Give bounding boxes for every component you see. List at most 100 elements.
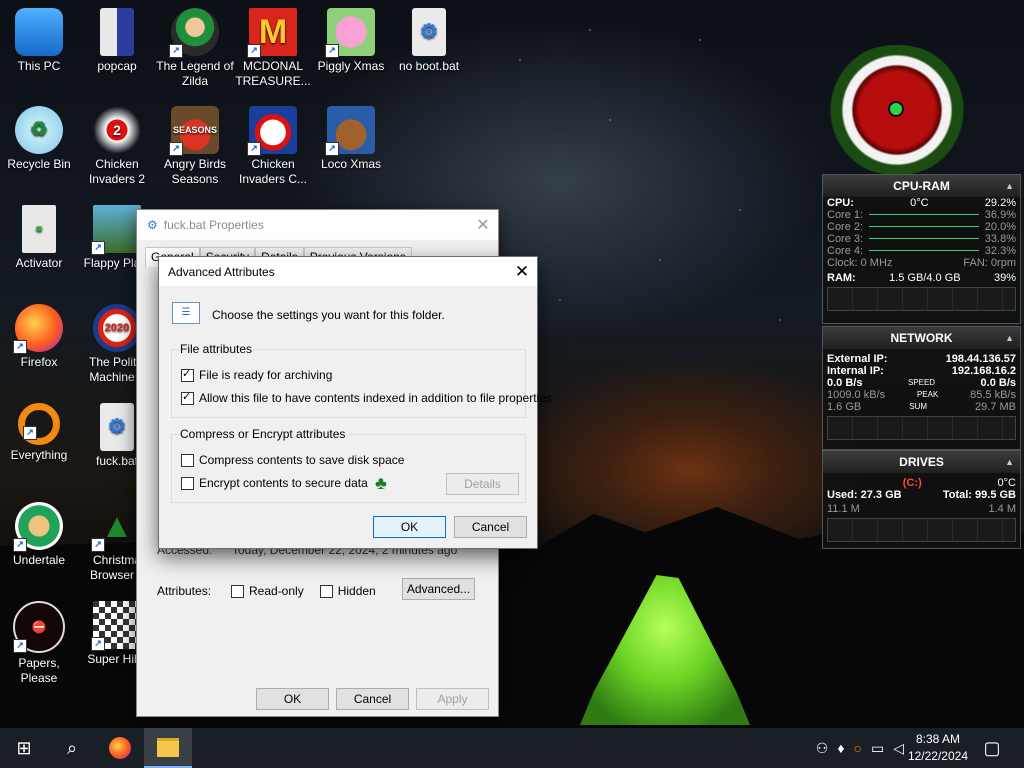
file-icon: ▪ (22, 205, 56, 253)
taskbar-file-explorer[interactable] (144, 728, 192, 768)
hidden-checkbox[interactable]: Hidden (319, 584, 376, 599)
details-button[interactable]: Details (446, 473, 519, 495)
close-icon[interactable]: ✕ (468, 215, 498, 235)
speed-row: 0.0 B/s SPEED 0.0 B/s (823, 377, 1020, 389)
ram-label: RAM: (827, 272, 856, 284)
readonly-checkbox[interactable]: Read-only (231, 584, 304, 599)
desktop-icon-chicken-invaders-2[interactable]: 2 Chicken Invaders 2 (78, 106, 156, 187)
archive-checkbox-row[interactable]: File is ready for archiving (181, 367, 333, 383)
checkbox-box[interactable] (319, 585, 333, 599)
close-icon[interactable]: ✕ (507, 262, 537, 282)
encrypt-checkbox-row[interactable]: Encrypt contents to secure data (181, 476, 368, 491)
shortcut-arrow-icon: ↗ (169, 142, 183, 156)
everything-tray-icon[interactable]: ○ (854, 740, 862, 756)
ok-button[interactable]: OK (373, 516, 446, 538)
cpu-value: 29.2% (984, 197, 1016, 209)
search-icon: ⌕ (66, 737, 78, 758)
desktop-icon-loco-xmas[interactable]: ↗ Loco Xmas (312, 106, 390, 172)
internal-ip-value: 192.168.16.2 (951, 365, 1016, 377)
start-button[interactable]: ⊞ (0, 728, 48, 768)
notification-icon: ▢ (983, 737, 1001, 758)
people-icon[interactable]: ⚇ (816, 740, 829, 757)
search-ring-icon: ↗ (18, 403, 60, 445)
collapse-icon[interactable]: ▲ (1005, 451, 1014, 473)
clock[interactable]: 8:38 AM 12/22/2024 (908, 731, 968, 765)
desktop-icon-activator[interactable]: ▪ Activator (0, 205, 78, 271)
drive-usage-row: Used: 27.3 GB Total: 99.5 GB (823, 489, 1020, 501)
properties-titlebar[interactable]: ⚙ fuck.bat Properties ✕ (137, 210, 498, 240)
collapse-icon[interactable]: ▲ (1005, 327, 1014, 349)
ram-row: RAM: 1.5 GB/4.0 GB 39% (823, 272, 1020, 284)
speed-label: SPEED (907, 378, 936, 387)
advanced-titlebar[interactable]: Advanced Attributes ✕ (159, 257, 537, 286)
desktop-icon-mcdonalds[interactable]: M ↗ MCDONAL TREASURE... (234, 8, 312, 89)
advanced-button[interactable]: Advanced... (402, 578, 475, 600)
computer-icon (15, 8, 63, 56)
compress-checkbox[interactable] (181, 454, 194, 468)
desktop-icon-angry-birds[interactable]: SEASONS ↗ Angry Birds Seasons (156, 106, 234, 187)
core-bar (869, 250, 979, 251)
shortcut-arrow-icon: ↗ (91, 538, 105, 552)
sum-row: 1.6 GB SUM 29.7 MB (823, 401, 1020, 413)
archive-checkbox[interactable] (181, 367, 194, 383)
apply-button[interactable]: Apply (416, 688, 489, 710)
drop-icon[interactable]: ♦ (837, 740, 844, 756)
desktop-icon-chicken-invaders-c[interactable]: ↗ Chicken Invaders C... (234, 106, 312, 187)
shortcut-arrow-icon: ↗ (91, 241, 105, 255)
compress-encrypt-heading: Compress or Encrypt attributes (179, 427, 347, 441)
cpu-ram-header: CPU-RAM ▲ (823, 175, 1020, 197)
bear-icon: ↗ (325, 106, 375, 156)
network-icon[interactable]: ▭ (871, 740, 884, 757)
notifications-button[interactable]: ▢ (968, 728, 1016, 768)
clock-date: 12/22/2024 (907, 749, 968, 763)
desktop-icon-everything[interactable]: ↗ Everything (0, 403, 78, 463)
fan-speed: FAN: 0rpm (963, 257, 1016, 269)
clock-center-icon (888, 101, 904, 117)
shortcut-arrow-icon: ↗ (247, 142, 261, 156)
compress-checkbox-row[interactable]: Compress contents to save disk space (181, 453, 404, 468)
external-ip-row: External IP: 198.44.136.57 (823, 353, 1020, 365)
cpu-label: CPU: (827, 197, 854, 209)
drive-letter: (C:) (902, 477, 922, 489)
shortcut-arrow-icon: ↗ (23, 426, 37, 440)
taskbar-firefox[interactable] (96, 728, 144, 768)
drive-write: 1.4 M (988, 503, 1016, 515)
desktop-icon-undertale[interactable]: ↗ Undertale (0, 502, 78, 568)
index-checkbox-row[interactable]: Allow this file to have contents indexed… (181, 390, 552, 406)
cancel-button[interactable]: Cancel (454, 516, 527, 538)
core-value: 36.9% (984, 209, 1016, 221)
archive-label: File is ready for archiving (199, 368, 333, 382)
checkbox-box[interactable] (231, 585, 244, 599)
external-ip-label: External IP: (827, 353, 888, 365)
desktop-icon-this-pc[interactable]: This PC (0, 8, 78, 74)
cancel-button[interactable]: Cancel (336, 688, 409, 710)
advanced-title: Advanced Attributes (168, 264, 275, 279)
list-settings-icon: ☰ (172, 302, 200, 324)
bat-file-icon: ⚙ (147, 218, 158, 232)
down-speed: 0.0 B/s (827, 377, 863, 389)
desktop-icon-papers-please[interactable]: ⛔ ↗ Papers, Please (0, 601, 78, 686)
ok-button[interactable]: OK (256, 688, 329, 710)
mcdonalds-icon: M ↗ (247, 8, 297, 58)
desktop-icon-firefox[interactable]: ↗ Firefox (0, 304, 78, 370)
desktop-icon-recycle-bin[interactable]: ♻ Recycle Bin (0, 106, 78, 172)
desktop-icon-no-boot-bat[interactable]: ⚙ no boot.bat (390, 8, 468, 74)
desktop-icon-piggly-xmas[interactable]: ↗ Piggly Xmas (312, 8, 390, 74)
volume-icon[interactable]: ◁ (893, 740, 904, 757)
shortcut-arrow-icon: ↗ (247, 44, 261, 58)
zelda-icon: ↗ (169, 8, 219, 58)
advanced-description: Choose the settings you want for this fo… (212, 308, 445, 322)
drives-gadget: DRIVES ▲ (C:) 0°C Used: 27.3 GB Total: 99.5… (822, 450, 1021, 549)
encrypt-checkbox[interactable] (181, 477, 194, 491)
drive-io-row: 11.1 M 1.4 M (823, 503, 1020, 515)
clock-speed: Clock: 0 MHz (827, 257, 893, 269)
index-checkbox[interactable] (181, 390, 194, 406)
collapse-icon[interactable]: ▲ (1005, 175, 1014, 197)
down-peak: 1009.0 kB/s (827, 389, 886, 401)
christmas-clock-gadget[interactable] (822, 45, 972, 175)
recycle-bin-icon: ♻ (15, 106, 63, 154)
desktop-icon-legend-of-zilda[interactable]: ↗ The Legend of Zilda (156, 8, 234, 89)
desktop-icon-popcap[interactable]: popcap (78, 8, 156, 74)
search-button[interactable]: ⌕ (48, 728, 96, 768)
shortcut-arrow-icon: ↗ (325, 44, 339, 58)
